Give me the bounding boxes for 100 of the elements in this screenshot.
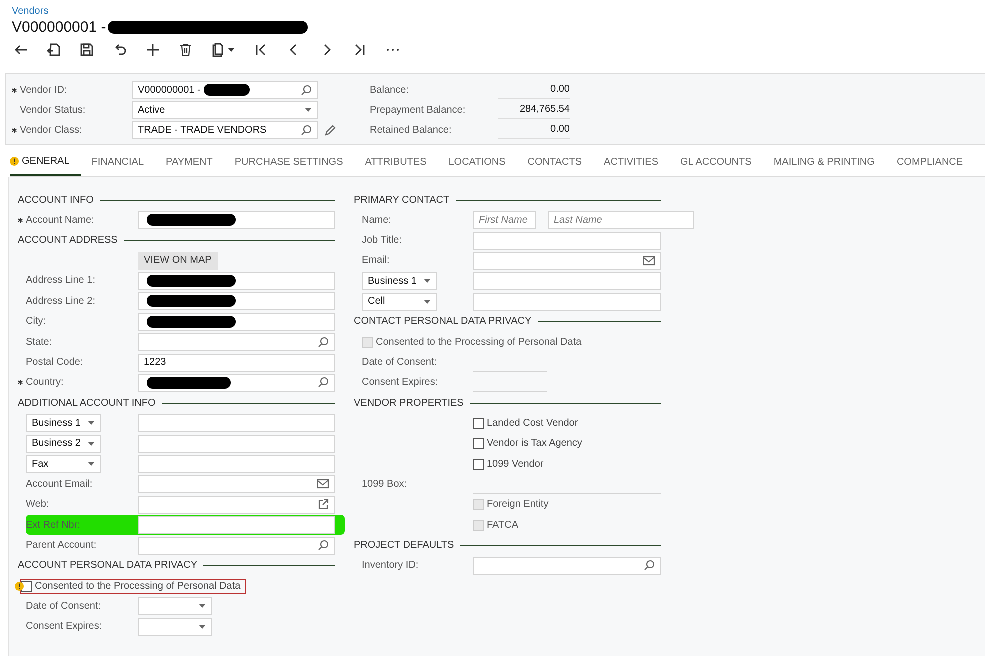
search-icon[interactable] — [301, 84, 312, 96]
tab[interactable]: GL ACCOUNTS — [670, 149, 763, 176]
caret-icon[interactable] — [88, 421, 95, 426]
tab[interactable]: PAYMENT — [155, 149, 224, 176]
field-label: Web: — [26, 499, 50, 510]
section-title: PRIMARY CONTACT — [354, 194, 450, 206]
field-label: Address Line 1: — [26, 275, 96, 286]
phone-type-dropdown[interactable]: Cell — [362, 292, 437, 311]
page-title: V000000001 - — [12, 18, 106, 36]
tab[interactable]: LOCATIONS — [438, 149, 517, 176]
input-field[interactable] — [138, 414, 335, 432]
checkbox-label: Consented to the Processing of Personal Data — [35, 580, 241, 592]
last-record-icon[interactable] — [353, 43, 367, 57]
caret-icon[interactable] — [424, 300, 431, 304]
clipboard-icon[interactable] — [212, 43, 224, 57]
checkbox-label: 1099 Vendor — [487, 458, 544, 470]
input-field[interactable] — [138, 333, 335, 352]
caret-icon[interactable] — [199, 624, 206, 629]
field-label: Vendor Class: — [20, 124, 82, 136]
caret-icon[interactable] — [305, 108, 312, 112]
save-close-icon[interactable] — [47, 43, 61, 57]
dropdown-field[interactable] — [138, 597, 212, 616]
search-icon[interactable] — [301, 124, 312, 136]
section-title: VENDOR PROPERTIES — [354, 398, 464, 409]
caret-icon[interactable] — [88, 462, 95, 466]
input-field[interactable] — [473, 252, 661, 270]
input-field[interactable] — [138, 434, 335, 453]
checkbox-label: FATCA — [487, 520, 518, 531]
tab[interactable]: COMPLIANCE — [886, 149, 974, 176]
tab[interactable]: CONTACTS — [516, 149, 594, 176]
delete-icon[interactable] — [179, 43, 193, 57]
input-field[interactable] — [138, 475, 335, 494]
phone-type-dropdown[interactable]: Fax — [26, 455, 101, 474]
input-field[interactable] — [138, 272, 335, 290]
section-title: ADDITIONAL ACCOUNT INFO — [18, 398, 156, 409]
first-record-icon[interactable] — [254, 43, 268, 57]
search-icon[interactable] — [318, 377, 329, 388]
phone-type-dropdown[interactable]: Business 2 — [26, 434, 101, 453]
tab[interactable]: ACTIVITIES — [593, 149, 670, 176]
dropdown-field[interactable]: Active — [132, 101, 318, 119]
checkbox[interactable] — [473, 458, 484, 470]
search-icon[interactable] — [318, 336, 329, 348]
field-label: City: — [26, 316, 46, 328]
input-field[interactable]: First Name — [473, 211, 536, 230]
caret-icon[interactable] — [228, 48, 235, 52]
add-icon[interactable] — [146, 43, 160, 57]
checkbox-label: Consented to the Processing of Personal Data — [376, 336, 582, 348]
checkbox[interactable] — [473, 438, 484, 450]
section-title: ACCOUNT ADDRESS — [18, 234, 118, 246]
input-field[interactable] — [138, 455, 335, 474]
section-title: ACCOUNT PERSONAL DATA PRIVACY — [18, 560, 198, 572]
field-label: Account Email: — [26, 478, 93, 490]
input-field[interactable]: TRADE - TRADE VENDORS — [132, 121, 318, 139]
back-arrow-icon[interactable] — [14, 43, 28, 57]
input-field[interactable] — [473, 292, 661, 311]
field-label: Country: — [26, 377, 64, 388]
field-label: Consent Expires: — [26, 621, 102, 632]
field-label: Balance: — [370, 84, 410, 96]
pencil-icon[interactable] — [325, 124, 336, 136]
breadcrumb-link[interactable]: Vendors — [12, 6, 49, 17]
field-label: Job Title: — [362, 235, 402, 246]
undo-icon[interactable] — [113, 43, 127, 57]
field-label: State: — [26, 336, 52, 348]
view-on-map-button[interactable]: VIEW ON MAP — [138, 252, 218, 270]
field-label: Ext Ref Nbr: — [26, 520, 80, 531]
external-link-icon[interactable] — [318, 499, 329, 510]
save-icon[interactable] — [80, 43, 94, 57]
input-field[interactable]: V000000001 - — [132, 81, 318, 99]
input-field[interactable] — [473, 272, 661, 290]
search-icon[interactable] — [644, 560, 655, 572]
input-field[interactable] — [473, 232, 661, 250]
checkbox-label: Vendor is Tax Agency — [487, 438, 582, 450]
caret-icon[interactable] — [88, 442, 95, 446]
field-label: Address Line 2: — [26, 296, 96, 307]
checkbox-label: Landed Cost Vendor — [487, 418, 578, 429]
input-field[interactable] — [138, 516, 335, 534]
checkbox[interactable] — [473, 418, 484, 429]
caret-icon[interactable] — [424, 279, 431, 284]
tab[interactable]: ATTRIBUTES — [354, 149, 438, 176]
input-field[interactable] — [138, 496, 335, 514]
readonly-value: 0.00 — [498, 81, 570, 99]
input-field[interactable]: Last Name — [548, 211, 694, 230]
input-field[interactable] — [138, 312, 335, 331]
input-field[interactable] — [138, 536, 335, 555]
dropdown-field[interactable] — [138, 618, 212, 636]
mail-icon[interactable] — [643, 256, 655, 266]
input-field[interactable]: 1223 — [138, 354, 335, 372]
phone-type-dropdown[interactable]: Business 1 — [26, 414, 101, 432]
input-field[interactable] — [473, 556, 661, 575]
mail-icon[interactable] — [317, 479, 329, 490]
tab[interactable]: FINANCIAL — [80, 149, 156, 176]
phone-type-dropdown[interactable]: Business 1 — [362, 272, 437, 290]
tab[interactable]: PURCHASE SETTINGS — [224, 149, 354, 176]
tab[interactable]: MAILING & PRINTING — [762, 149, 886, 176]
caret-icon[interactable] — [199, 604, 206, 608]
input-field[interactable] — [138, 374, 335, 392]
input-field[interactable] — [138, 292, 335, 310]
input-field[interactable] — [138, 211, 335, 230]
field-label: Name: — [362, 214, 392, 226]
search-icon[interactable] — [318, 540, 329, 552]
